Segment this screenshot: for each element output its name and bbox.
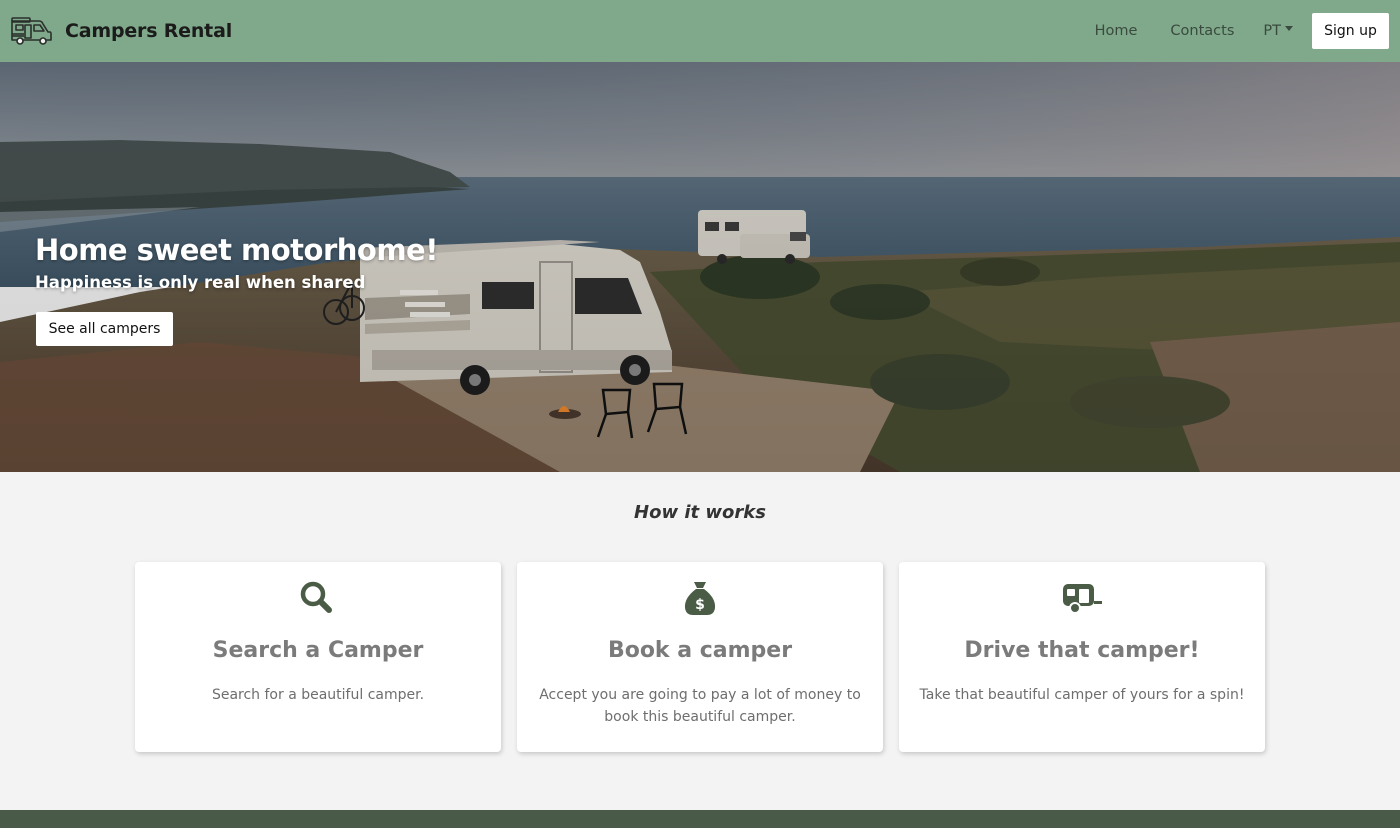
caravan-icon — [1063, 584, 1102, 614]
caret-down-icon — [1285, 25, 1293, 31]
card-title: Book a camper — [607, 638, 793, 663]
campervan-icon — [11, 17, 52, 45]
language-label: PT — [1263, 23, 1281, 39]
brand-name: Campers Rental — [65, 20, 233, 42]
hero-subtitle: Happiness is only real when shared — [35, 273, 366, 292]
hero-banner: Home sweet motorhome! Happiness is only … — [0, 62, 1400, 472]
see-all-campers-button[interactable]: See all campers — [36, 312, 173, 346]
card-book-camper: $ Book a camper Accept you are going to … — [517, 562, 883, 752]
nav-menu: Home Contacts PT Sign up — [1095, 0, 1400, 62]
hero-title: Home sweet motorhome! — [35, 233, 438, 267]
card-title: Drive that camper! — [964, 638, 1200, 663]
brand-link[interactable]: Campers Rental — [9, 15, 232, 47]
card-search-camper: Search a Camper Search for a beautiful c… — [135, 562, 501, 752]
navbar: Campers Rental Home Contacts PT Sign up — [0, 0, 1400, 62]
footer — [0, 810, 1400, 828]
card-text: Accept you are going to pay a lot of mon… — [539, 687, 861, 725]
money-bag-icon: $ — [684, 582, 716, 615]
card-title: Search a Camper — [212, 638, 424, 663]
how-it-works-title: How it works — [634, 502, 766, 523]
language-dropdown[interactable]: PT — [1263, 23, 1293, 39]
nav-home-link[interactable]: Home — [1095, 23, 1138, 39]
nav-contacts-link[interactable]: Contacts — [1170, 23, 1234, 39]
card-text: Take that beautiful camper of yours for … — [919, 687, 1245, 703]
card-drive-camper: Drive that camper! Take that beautiful c… — [899, 562, 1265, 752]
signup-button[interactable]: Sign up — [1312, 13, 1389, 49]
hero-background-image — [0, 62, 1400, 472]
card-text: Search for a beautiful camper. — [211, 687, 425, 703]
search-icon — [300, 581, 332, 613]
svg-text:$: $ — [695, 597, 705, 613]
